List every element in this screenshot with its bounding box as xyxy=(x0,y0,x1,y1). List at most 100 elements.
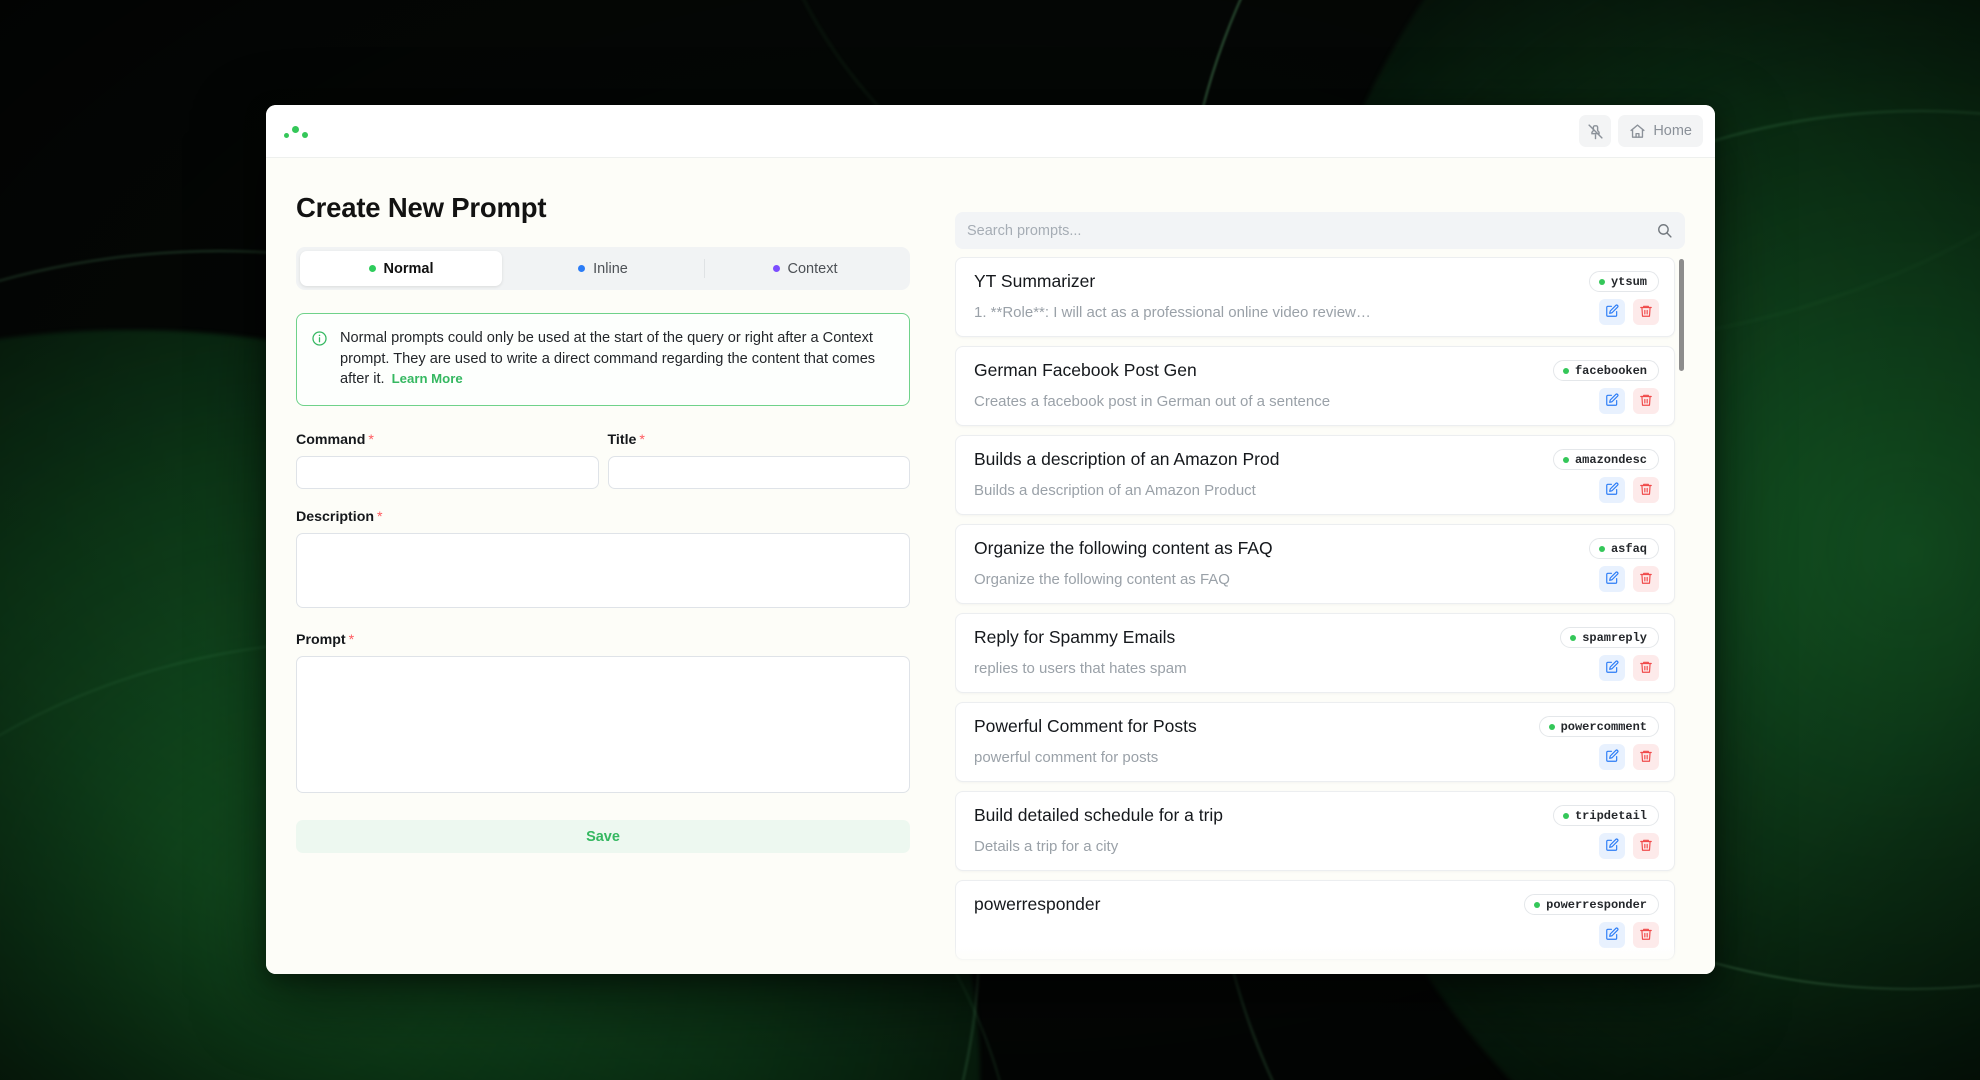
prompt-card[interactable]: Builds a description of an Amazon Prod am… xyxy=(955,435,1675,515)
command-label-text: Command xyxy=(296,432,366,449)
prompt-label-text: Prompt xyxy=(296,632,346,649)
prompt-list-scrollbar[interactable] xyxy=(1678,257,1685,974)
delete-prompt-button[interactable] xyxy=(1633,833,1659,859)
prompt-type-tabs: Normal Inline Context xyxy=(296,247,910,290)
tab-inline-dot xyxy=(578,265,586,272)
prompt-card-footer: 1. **Role**: I will act as a professiona… xyxy=(974,299,1659,325)
delete-prompt-button[interactable] xyxy=(1633,477,1659,503)
prompt-card-header: Organize the following content as FAQ asf… xyxy=(974,538,1659,559)
prompt-card[interactable]: Build detailed schedule for a trip tripde… xyxy=(955,791,1675,871)
delete-prompt-button[interactable] xyxy=(1633,744,1659,770)
prompt-card-badge-label: ytsum xyxy=(1610,274,1647,289)
tab-inline[interactable]: Inline xyxy=(502,251,704,286)
prompt-card-title: Reply for Spammy Emails xyxy=(974,627,1176,647)
desktop-background: Home Create New Prompt Normal Inline Con… xyxy=(0,0,1980,1080)
save-button[interactable]: Save xyxy=(296,820,910,854)
prompt-card[interactable]: YT Summarizer ytsum 1. **Role**: I will ac… xyxy=(955,257,1675,337)
pencil-icon xyxy=(1605,660,1619,677)
prompt-card-footer: replies to users that hates spam xyxy=(974,655,1659,681)
prompt-card-title: German Facebook Post Gen xyxy=(974,360,1197,380)
prompt-card-actions xyxy=(1599,833,1659,859)
prompt-card-badge-label: tripdetail xyxy=(1574,808,1647,823)
delete-prompt-button[interactable] xyxy=(1633,655,1659,681)
pin-off-button[interactable] xyxy=(1579,115,1612,147)
prompt-card-description: powerful comment for posts xyxy=(974,748,1159,766)
prompt-list-scroll-area[interactable]: YT Summarizer ytsum 1. **Role**: I will ac… xyxy=(955,257,1685,974)
prompt-cards-container: YT Summarizer ytsum 1. **Role**: I will ac… xyxy=(955,257,1675,960)
search-input[interactable] xyxy=(967,222,1656,239)
title-label: Title * xyxy=(608,432,911,448)
delete-prompt-button[interactable] xyxy=(1633,566,1659,592)
description-field-group: Description * xyxy=(296,509,910,613)
trash-icon xyxy=(1639,838,1653,855)
home-button[interactable]: Home xyxy=(1618,115,1703,147)
learn-more-link[interactable]: Learn More xyxy=(392,371,463,386)
prompt-list-scrollbar-thumb[interactable] xyxy=(1679,259,1684,371)
search-icon xyxy=(1656,222,1673,239)
edit-prompt-button[interactable] xyxy=(1599,833,1625,859)
prompt-card-description: replies to users that hates spam xyxy=(974,659,1187,677)
prompt-card-badge-dot xyxy=(1598,545,1605,552)
prompt-card-actions xyxy=(1599,477,1659,503)
prompt-card-header: Powerful Comment for Posts powercomment xyxy=(974,716,1659,737)
prompt-card-actions xyxy=(1599,922,1659,948)
prompt-field-group: Prompt * xyxy=(296,632,910,798)
prompt-card-actions xyxy=(1599,388,1659,414)
prompt-card-title: Powerful Comment for Posts xyxy=(974,716,1197,736)
description-textarea[interactable] xyxy=(296,533,910,609)
prompt-card-title: powerresponder xyxy=(974,894,1101,914)
tab-normal-dot xyxy=(368,265,376,272)
prompt-card[interactable]: powerresponder powerresponder xyxy=(955,880,1675,960)
prompt-card-badge-dot xyxy=(1562,367,1569,374)
delete-prompt-button[interactable] xyxy=(1633,388,1659,414)
command-input[interactable] xyxy=(296,456,599,490)
prompt-card[interactable]: German Facebook Post Gen facebooken Create… xyxy=(955,346,1675,426)
trash-icon xyxy=(1639,393,1653,410)
prompt-list-panel: YT Summarizer ytsum 1. **Role**: I will ac… xyxy=(955,192,1685,974)
prompt-card-footer: Creates a facebook post in German out of… xyxy=(974,388,1659,414)
delete-prompt-button[interactable] xyxy=(1633,922,1659,948)
prompt-card-badge-label: powerresponder xyxy=(1546,897,1647,912)
prompt-card-title: Build detailed schedule for a trip xyxy=(974,805,1224,825)
prompt-textarea[interactable] xyxy=(296,656,910,794)
edit-prompt-button[interactable] xyxy=(1599,744,1625,770)
prompt-card-badge-dot xyxy=(1548,723,1555,730)
prompt-card-footer: Details a trip for a city xyxy=(974,833,1659,859)
prompt-card[interactable]: Organize the following content as FAQ asf… xyxy=(955,524,1675,604)
prompt-card-actions xyxy=(1599,655,1659,681)
prompt-card-header: powerresponder powerresponder xyxy=(974,894,1659,915)
pencil-icon xyxy=(1605,571,1619,588)
prompt-label: Prompt * xyxy=(296,632,910,648)
prompt-card-badge-dot xyxy=(1562,456,1569,463)
prompt-card-badge: asfaq xyxy=(1588,538,1659,559)
tab-context-dot xyxy=(772,265,780,272)
prompt-card-badge-label: spamreply xyxy=(1582,630,1647,645)
home-icon xyxy=(1629,123,1646,140)
prompt-card-title: Builds a description of an Amazon Prod xyxy=(974,449,1280,469)
prompt-card-description: 1. **Role**: I will act as a professiona… xyxy=(974,303,1371,321)
prompt-card-header: Builds a description of an Amazon Prod am… xyxy=(974,449,1659,470)
prompt-card[interactable]: Reply for Spammy Emails spamreply replies … xyxy=(955,613,1675,693)
command-field-group: Command * xyxy=(296,432,599,490)
command-required-mark: * xyxy=(368,432,374,449)
command-title-row: Command * Title * xyxy=(296,432,911,490)
pencil-icon xyxy=(1605,927,1619,944)
tab-context-label: Context xyxy=(787,260,838,277)
edit-prompt-button[interactable] xyxy=(1599,566,1625,592)
edit-prompt-button[interactable] xyxy=(1599,388,1625,414)
info-alert: Normal prompts could only be used at the… xyxy=(296,313,910,407)
edit-prompt-button[interactable] xyxy=(1599,655,1625,681)
prompt-card[interactable]: Powerful Comment for Posts powercomment po… xyxy=(955,702,1675,782)
title-input[interactable] xyxy=(607,456,910,490)
edit-prompt-button[interactable] xyxy=(1599,299,1625,325)
titlebar-actions: Home xyxy=(1579,115,1703,147)
prompt-card-footer: Organize the following content as FAQ xyxy=(974,566,1659,592)
prompt-card-badge: ytsum xyxy=(1588,271,1659,292)
delete-prompt-button[interactable] xyxy=(1633,299,1659,325)
trash-icon xyxy=(1639,660,1653,677)
tab-context[interactable]: Context xyxy=(704,251,906,286)
edit-prompt-button[interactable] xyxy=(1599,477,1625,503)
tab-normal[interactable]: Normal xyxy=(300,251,502,286)
edit-prompt-button[interactable] xyxy=(1599,922,1625,948)
command-label: Command * xyxy=(296,432,599,448)
